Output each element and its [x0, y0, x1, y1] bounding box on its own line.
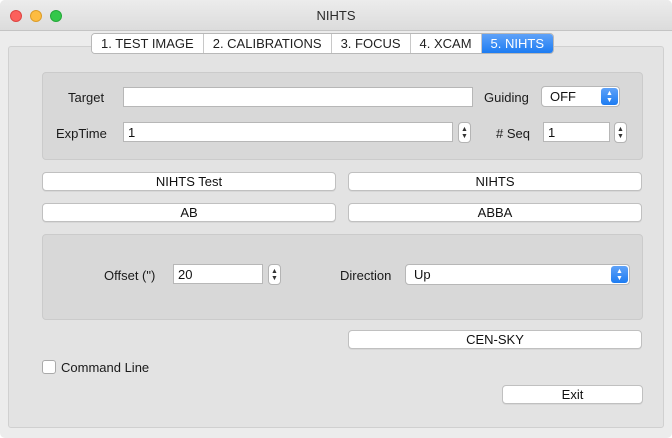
nihts-button[interactable]: NIHTS [348, 172, 642, 191]
window-title: NIHTS [316, 8, 356, 23]
direction-select[interactable]: Up ▲ ▼ [405, 264, 630, 285]
direction-label: Direction [340, 268, 392, 283]
ab-button[interactable]: AB [42, 203, 336, 222]
target-input[interactable] [123, 87, 473, 107]
cen-sky-button[interactable]: CEN-SKY [348, 330, 642, 349]
tab-calibrations[interactable]: 2. CALIBRATIONS [203, 34, 332, 53]
exptime-stepper[interactable]: ▲ ▼ [458, 122, 471, 143]
tab-xcam[interactable]: 4. XCAM [410, 34, 482, 53]
guiding-label: Guiding [484, 90, 529, 105]
stepper-up-icon: ▲ [271, 267, 278, 275]
stepper-down-icon: ▼ [461, 132, 468, 140]
select-arrows-icon: ▲ ▼ [611, 266, 628, 283]
offset-input[interactable] [173, 264, 263, 284]
tab-focus[interactable]: 3. FOCUS [331, 34, 411, 53]
command-line-checkbox[interactable] [42, 360, 56, 374]
seq-label: # Seq [496, 126, 530, 141]
title-bar[interactable]: NIHTS [0, 0, 672, 31]
exit-button[interactable]: Exit [502, 385, 643, 404]
exptime-label: ExpTime [56, 126, 107, 141]
select-arrows-icon: ▲ ▼ [601, 88, 618, 105]
stepper-up-icon: ▲ [461, 125, 468, 133]
seq-stepper[interactable]: ▲ ▼ [614, 122, 627, 143]
stepper-down-icon: ▼ [271, 274, 278, 282]
tab-nihts[interactable]: 5. NIHTS [481, 34, 554, 53]
exptime-input[interactable] [123, 122, 453, 142]
tab-test-image[interactable]: 1. TEST IMAGE [92, 34, 204, 53]
stepper-down-icon: ▼ [617, 132, 624, 140]
guiding-selected-value: OFF [550, 89, 576, 104]
offset-stepper[interactable]: ▲ ▼ [268, 264, 281, 285]
nihts-test-button[interactable]: NIHTS Test [42, 172, 336, 191]
abba-button[interactable]: ABBA [348, 203, 642, 222]
tab-bar: 1. TEST IMAGE 2. CALIBRATIONS 3. FOCUS 4… [91, 33, 555, 54]
stepper-up-icon: ▲ [617, 125, 624, 133]
offset-label: Offset (") [104, 268, 156, 283]
seq-input[interactable] [543, 122, 610, 142]
command-line-label: Command Line [61, 360, 150, 375]
guiding-select[interactable]: OFF ▲ ▼ [541, 86, 620, 107]
target-label: Target [68, 90, 105, 105]
app-window: NIHTS 1. TEST IMAGE 2. CALIBRATIONS 3. F… [0, 0, 672, 438]
direction-selected-value: Up [414, 267, 431, 282]
